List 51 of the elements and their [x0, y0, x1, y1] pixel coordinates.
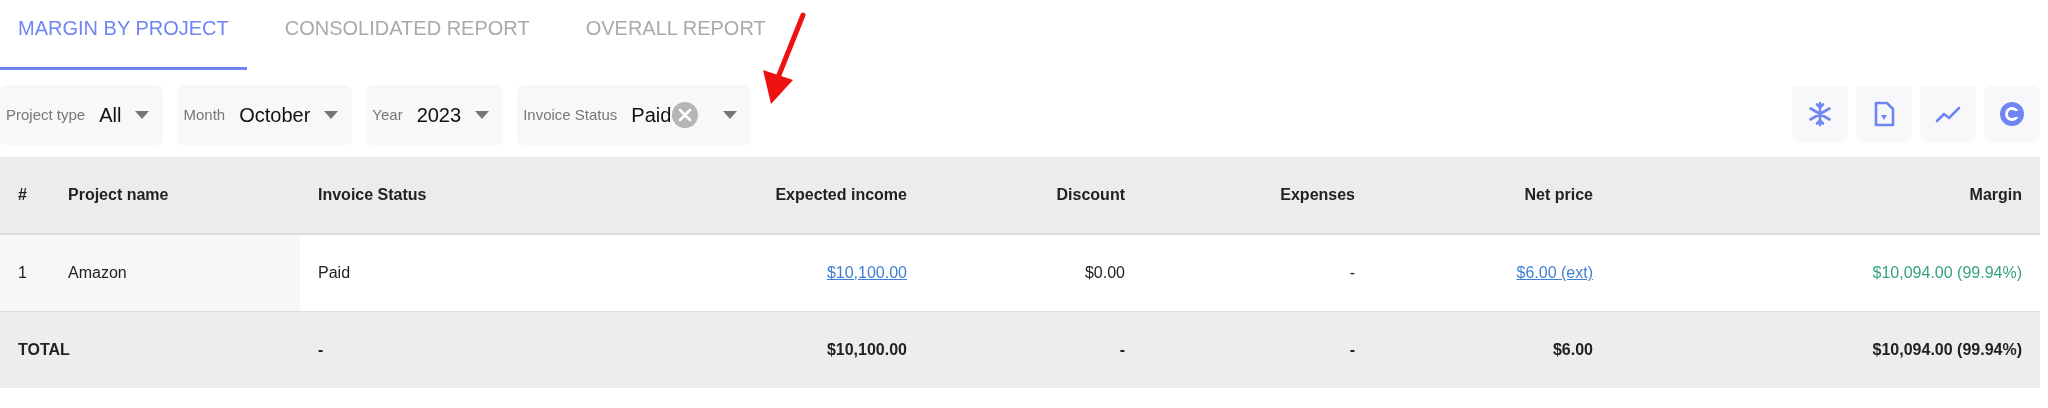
column-header: Discount — [925, 157, 1143, 234]
filter-label: Invoice Status — [523, 104, 618, 125]
table-cell: - — [1349, 263, 1355, 281]
filter-label: Month — [183, 104, 226, 125]
refresh-button[interactable] — [1984, 86, 2040, 142]
table-cell: Amazon — [68, 263, 127, 281]
filter-label: Project type — [6, 104, 86, 125]
file-download-icon — [1873, 101, 1895, 127]
amount-link[interactable]: $10,100.00 — [826, 263, 907, 281]
total-cell: - — [318, 340, 324, 358]
total-cell: - — [1119, 340, 1125, 358]
table-cell: Paid — [318, 263, 351, 281]
column-header: Margin — [1611, 157, 2040, 234]
total-cell: $10,100.00 — [826, 340, 907, 358]
column-header: Expected income — [480, 157, 925, 234]
column-header: Project name — [50, 157, 300, 234]
chart-button[interactable] — [1920, 86, 1976, 142]
report-tab[interactable]: MARGIN BY PROJECT — [0, 13, 247, 70]
filter-value: All — [99, 103, 122, 128]
filter-label: Year — [372, 104, 403, 125]
filter-dropdown[interactable]: Project type All — [0, 85, 164, 145]
filter-dropdown[interactable]: Invoice Status Paid — [517, 85, 752, 145]
margin-value: $10,094.00 (99.94%) — [1872, 263, 2022, 281]
total-cell: - — [1349, 340, 1355, 358]
caret-icon — [723, 111, 738, 119]
report-tab[interactable]: CONSOLIDATED REPORT — [266, 13, 548, 70]
total-cell: TOTAL — [18, 340, 70, 358]
freeze-button[interactable] — [1792, 86, 1848, 142]
filter-value: Paid — [631, 103, 672, 128]
clear-icon[interactable] — [671, 101, 700, 129]
filter-value: October — [239, 103, 311, 128]
trend-line-icon — [1935, 105, 1961, 123]
circle-c-icon — [1999, 101, 2025, 127]
report-tab[interactable]: OVERALL REPORT — [567, 13, 784, 70]
amount-link[interactable]: $6.00 (ext) — [1516, 263, 1593, 281]
column-header: # — [0, 157, 50, 234]
filter-dropdown[interactable]: Month October — [177, 85, 353, 145]
filter-value: 2023 — [416, 103, 462, 128]
filter-dropdown[interactable]: Year 2023 — [366, 85, 504, 145]
column-header: Invoice Status — [300, 157, 480, 234]
table-cell: 1 — [18, 263, 27, 281]
column-header: Expenses — [1143, 157, 1373, 234]
caret-icon — [324, 111, 339, 119]
export-button[interactable] — [1856, 86, 1912, 142]
table-cell: $0.00 — [1084, 263, 1125, 281]
total-cell: $6.00 — [1552, 340, 1593, 358]
column-header: Net price — [1373, 157, 1611, 234]
snowflake-icon — [1807, 101, 1833, 127]
caret-icon — [135, 111, 150, 119]
total-cell: $10,094.00 (99.94%) — [1872, 340, 2022, 358]
caret-icon — [475, 111, 490, 119]
